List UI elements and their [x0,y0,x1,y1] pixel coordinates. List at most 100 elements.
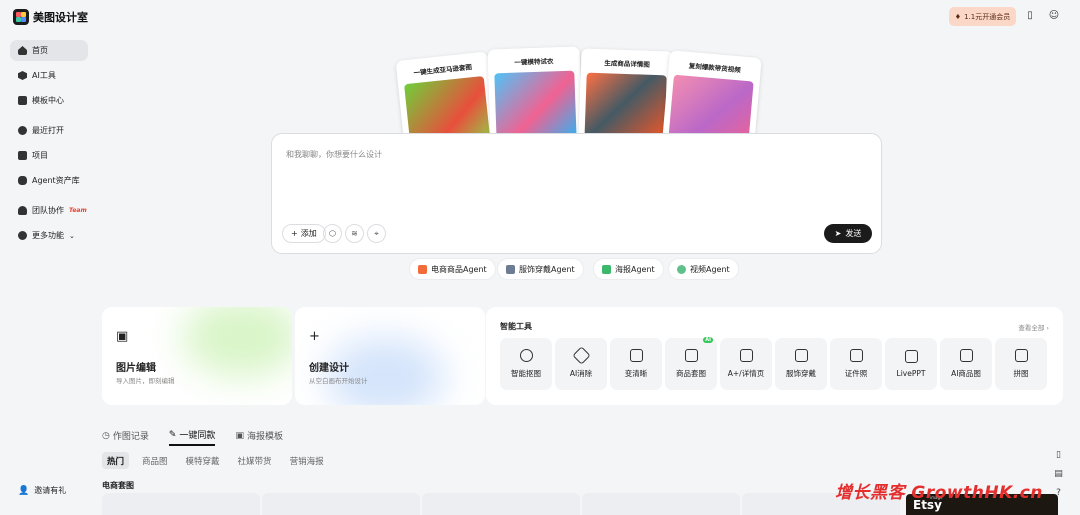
collage-icon [1014,349,1028,362]
send-button[interactable]: ➤ 发送 [824,224,872,243]
tab-history[interactable]: ◷ 作图记录 [102,428,149,446]
tool-enhance[interactable]: 变清晰 [610,338,662,390]
database-icon [18,176,27,185]
chevron-down-icon: ⌄ [69,231,75,240]
chat-input[interactable]: 和我聊聊，你想要什么设计 [286,149,382,160]
template-card[interactable] [422,493,580,515]
app-logo[interactable]: 美图设计室 [13,9,88,25]
subtab-model[interactable]: 模特穿戴 [181,452,225,469]
watermark: 增长黑客 GrowthHK.cn [835,483,1043,503]
invite-link[interactable]: 👤 邀请有礼 [18,485,66,496]
card-title: 图片编辑 [116,363,156,374]
subtabs: 热门 商品图 模特穿戴 社媒带货 营销海报 [102,452,329,469]
sidebar-item-agent-assets[interactable]: Agent资产库 [10,170,88,191]
tab-poster-templates[interactable]: ▣ 海报模板 [235,428,283,446]
team-badge: Team [69,207,87,214]
tool-ai-product[interactable]: AI商品图 [940,338,992,390]
subtab-marketing[interactable]: 营销海报 [285,452,329,469]
shop-icon [418,264,427,274]
chat-box: 和我聊聊，你想要什么设计 + 添加 ⬡ ≋ ⌖ ➤ 发送 [271,133,882,254]
tool-liveppt[interactable]: LivePPT [885,338,937,390]
cutout-icon [519,349,533,362]
users-icon [18,206,27,215]
agent-chip-ecommerce[interactable]: 电商商品Agent [409,258,496,280]
agent-chip-poster[interactable]: 海报Agent [593,258,664,280]
clock-icon [18,126,27,135]
app-name: 美图设计室 [33,11,88,24]
eraser-icon [571,346,591,365]
location-button[interactable]: ⌖ [367,224,386,243]
layers-button[interactable]: ≋ [345,224,364,243]
cube-icon: ⬡ [329,229,336,238]
sidebar-item-more[interactable]: 更多功能 ⌄ [10,225,88,246]
user-plus-icon: 👤 [18,485,30,496]
smart-tools-panel: 智能工具 查看全部 › 智能抠图 AI消除 变清晰 AI 商品套图 A+/详情页 … [486,307,1063,405]
plus-icon: + [291,229,298,238]
tool-apparel[interactable]: 服饰穿戴 [775,338,827,390]
diamond-icon: ♦ [954,12,962,21]
sidebar-item-ai-tools[interactable]: AI工具 [10,65,88,86]
tab-same-style[interactable]: ✎ 一键同款 [168,428,216,446]
tool-collage[interactable]: 拼图 [995,338,1047,390]
template-card[interactable] [262,493,420,515]
sidebar: 美图设计室 首页 AI工具 模板中心 最近打开 项目 Agent资产库 团队协作… [0,0,96,515]
agent-chip-apparel[interactable]: 服饰穿戴Agent [497,258,584,280]
note-icon[interactable]: ▤ [1052,469,1065,482]
card-subtitle: 导入图片，即刻编辑 [116,377,175,385]
doc-icon[interactable]: ▯ [1052,450,1065,463]
ai-product-icon [959,349,973,362]
card-title: 创建设计 [309,363,349,374]
section-title: 电商套图 [102,481,134,490]
tool-id-photo[interactable]: 证件照 [830,338,882,390]
tool-detail-page[interactable]: A+/详情页 [720,338,772,390]
agent-chip-video[interactable]: 视频Agent [668,258,739,280]
subtab-hot[interactable]: 热门 [102,452,130,469]
sidebar-item-projects[interactable]: 项目 [10,145,88,166]
sidebar-item-recent[interactable]: 最近打开 [10,120,88,141]
pin-icon: ⌖ [374,228,379,238]
ai-badge: AI [703,337,713,343]
view-all-link[interactable]: 查看全部 › [1018,322,1049,332]
tool-product-set[interactable]: AI 商品套图 [665,337,717,390]
tools-title: 智能工具 [500,322,532,331]
subtab-social[interactable]: 社媒带货 [233,452,277,469]
more-icon [18,231,27,240]
video-icon [677,264,686,274]
wand-icon: ✎ [168,429,177,440]
image-icon: ▣ [235,430,244,441]
document-icon[interactable]: ▯ [1024,10,1036,22]
user-icon[interactable]: ☺ [1048,10,1060,22]
plus-icon: + [309,329,320,344]
home-icon [18,46,27,55]
logo-icon [13,9,29,25]
hero-card-image [494,70,577,140]
image-edit-card[interactable]: ▣ 图片编辑 导入图片，即刻编辑 [102,307,292,405]
grid-icon [18,96,27,105]
tool-erase[interactable]: AI消除 [555,338,607,390]
sidebar-item-templates[interactable]: 模板中心 [10,90,88,111]
sidebar-item-home[interactable]: 首页 [10,40,88,61]
shirt-icon [506,264,515,274]
image-icon: ▣ [116,329,129,344]
create-design-card[interactable]: + 创建设计 从空白画布开始设计 [295,307,485,405]
template-card[interactable] [582,493,740,515]
product-set-icon [684,349,698,362]
tool-cutout[interactable]: 智能抠图 [500,338,552,390]
vip-button[interactable]: ♦ 1.1元开通会员 [949,7,1016,26]
add-button[interactable]: + 添加 [282,224,326,243]
hero-card-image [584,72,667,142]
folder-icon [18,151,27,160]
card-subtitle: 从空白画布开始设计 [309,377,368,385]
cube-button[interactable]: ⬡ [323,224,342,243]
template-card[interactable] [102,493,260,515]
ppt-icon [904,350,918,363]
subtab-product[interactable]: 商品图 [137,452,173,469]
poster-icon [602,264,611,274]
hero-cards: 一键生成亚马逊套图 一键模特试衣 生成商品详情图 复刻爆款带货视频 [395,46,762,151]
layers-icon: ≋ [351,229,358,238]
id-photo-icon [849,349,863,362]
content-tabs: ◷ 作图记录 ✎ 一键同款 ▣ 海报模板 [102,428,283,446]
sidebar-item-team[interactable]: 团队协作 Team [10,200,88,221]
hero-card[interactable]: 生成商品详情图 [578,48,674,142]
hero-card[interactable]: 一键模特试衣 [487,46,583,140]
